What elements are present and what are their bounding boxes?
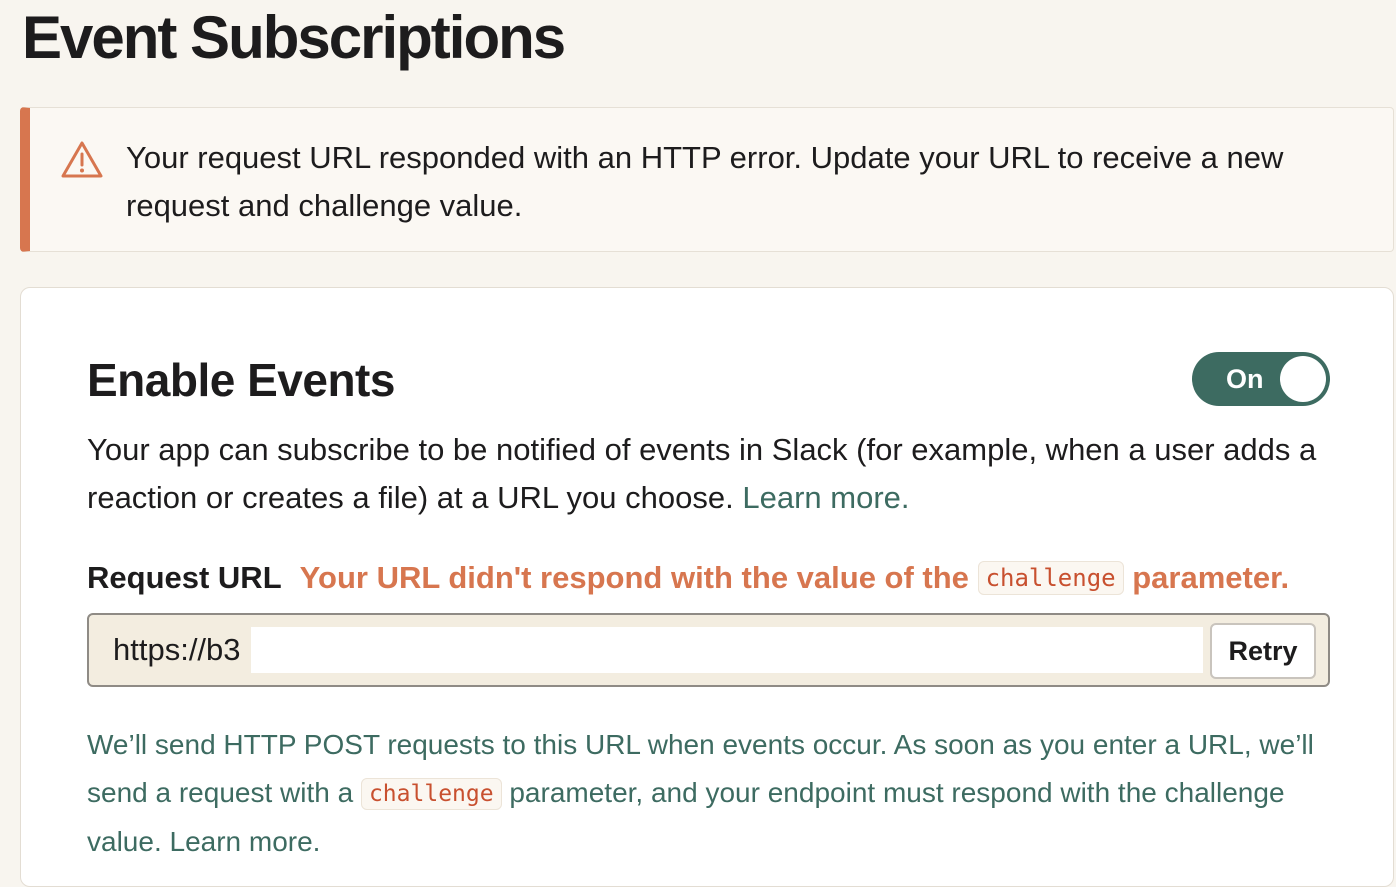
toggle-knob (1280, 356, 1326, 402)
retry-button[interactable]: Retry (1210, 623, 1316, 679)
section-description: Your app can subscribe to be notified of… (87, 426, 1337, 522)
error-text-before: Your URL didn't respond with the value o… (299, 560, 969, 595)
warning-icon (61, 141, 103, 178)
page-title: Event Subscriptions (22, 4, 566, 71)
alert-message: Your request URL responded with an HTTP … (126, 140, 1284, 223)
toggle-label: On (1226, 364, 1264, 394)
request-url-field: Retry (87, 613, 1330, 687)
request-url-label-row: Request URL Your URL didn't respond with … (87, 556, 1337, 600)
help-challenge-code: challenge (360, 778, 502, 810)
request-url-input[interactable] (113, 627, 1203, 673)
learn-more-link[interactable]: Learn more. (742, 480, 909, 515)
description-text: Your app can subscribe to be notified of… (87, 432, 1317, 515)
help-learn-more-link[interactable]: Learn more. (170, 826, 321, 857)
error-text-after: parameter. (1132, 560, 1290, 595)
request-url-error: Your URL didn't respond with the value o… (300, 560, 1289, 595)
challenge-code: challenge (977, 561, 1124, 595)
enable-events-toggle[interactable]: On (1192, 352, 1330, 406)
enable-events-card: Enable Events On Your app can subscribe … (20, 287, 1394, 887)
section-title: Enable Events (87, 354, 395, 406)
error-alert: Your request URL responded with an HTTP … (20, 107, 1394, 252)
request-url-label: Request URL (87, 560, 282, 595)
request-url-help: We’ll send HTTP POST requests to this UR… (87, 721, 1337, 866)
